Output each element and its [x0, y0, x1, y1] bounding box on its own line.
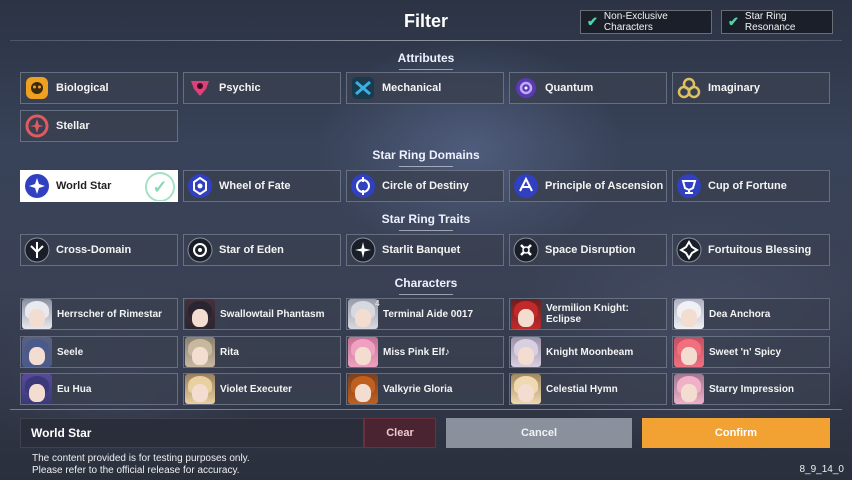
selected-filter-display: World Star: [20, 418, 364, 448]
version-label: 8_9_14_0: [799, 464, 845, 475]
cross-domain-icon: [24, 237, 50, 263]
character-avatar: [674, 337, 704, 367]
confirm-button[interactable]: Confirm: [642, 418, 830, 448]
character-item[interactable]: Herrscher of Rimestar: [20, 298, 178, 330]
character-avatar: [348, 337, 378, 367]
character-name: Celestial Hymn: [546, 383, 618, 395]
character-badge: 4: [375, 299, 380, 308]
characters-heading: Characters: [0, 276, 852, 295]
trait-star-of-eden[interactable]: Star of Eden: [183, 234, 341, 266]
disclaimer: The content provided is for testing purp…: [32, 453, 250, 476]
character-avatar: [22, 374, 52, 404]
character-name: Sweet 'n' Spicy: [709, 346, 782, 358]
character-item[interactable]: Violet Executer: [183, 373, 341, 405]
principle-of-ascension-icon: [513, 173, 539, 199]
header-divider: [10, 40, 842, 41]
non-exclusive-toggle[interactable]: ✔ Non-Exclusive Characters: [580, 10, 712, 34]
character-name: Herrscher of Rimestar: [57, 308, 163, 320]
selected-check-icon: ✓: [145, 172, 175, 201]
character-name: Swallowtail Phantasm: [220, 308, 325, 320]
character-item[interactable]: Swallowtail Phantasm: [183, 298, 341, 330]
character-item[interactable]: Valkyrie Gloria: [346, 373, 504, 405]
biological-icon: [24, 75, 50, 101]
character-name: Seele: [57, 346, 84, 358]
quantum-icon: [513, 75, 539, 101]
world-star-icon: [24, 173, 50, 199]
character-name: Miss Pink Elf♪: [383, 346, 450, 358]
cancel-button[interactable]: Cancel: [446, 418, 632, 448]
clear-button[interactable]: Clear: [364, 418, 436, 448]
attribute-mechanical[interactable]: Mechanical: [346, 72, 504, 104]
character-item[interactable]: Seele: [20, 336, 178, 368]
domain-world-star[interactable]: World Star ✓: [20, 170, 178, 202]
character-avatar: [674, 299, 704, 329]
character-avatar: [22, 337, 52, 367]
character-item[interactable]: Celestial Hymn: [509, 373, 667, 405]
character-name: Eu Hua: [57, 383, 92, 395]
mechanical-icon: [350, 75, 376, 101]
character-name: Terminal Aide 0017: [383, 308, 474, 320]
star-ring-resonance-toggle[interactable]: ✔ Star Ring Resonance: [721, 10, 833, 34]
stellar-icon: [24, 113, 50, 139]
circle-of-destiny-icon: [350, 173, 376, 199]
starlit-banquet-icon: [350, 237, 376, 263]
psychic-icon: [187, 75, 213, 101]
fortuitous-blessing-icon: [676, 237, 702, 263]
character-name: Rita: [220, 346, 239, 358]
character-item[interactable]: Starry Impression: [672, 373, 830, 405]
character-name: Vermilion Knight: Eclipse: [546, 303, 629, 325]
character-item[interactable]: Terminal Aide 0017 4: [346, 298, 504, 330]
star-of-eden-icon: [187, 237, 213, 263]
character-item[interactable]: Dea Anchora: [672, 298, 830, 330]
toggle-label: Non-Exclusive Characters: [603, 11, 668, 33]
traits-heading: Star Ring Traits: [0, 212, 852, 231]
character-avatar: [22, 299, 52, 329]
trait-space-disruption[interactable]: Space Disruption: [509, 234, 667, 266]
character-name: Starry Impression: [709, 383, 795, 395]
attribute-psychic[interactable]: Psychic: [183, 72, 341, 104]
character-item[interactable]: Eu Hua: [20, 373, 178, 405]
character-avatar: [674, 374, 704, 404]
character-name: Dea Anchora: [709, 308, 771, 320]
character-avatar: [185, 299, 215, 329]
toggle-label: Star Ring Resonance: [744, 11, 796, 33]
character-avatar: [511, 337, 541, 367]
trait-starlit-banquet[interactable]: Starlit Banquet: [346, 234, 504, 266]
character-name: Valkyrie Gloria: [383, 383, 453, 395]
character-avatar: [185, 374, 215, 404]
character-avatar: [511, 374, 541, 404]
trait-cross-domain[interactable]: Cross-Domain: [20, 234, 178, 266]
trait-fortuitous-blessing[interactable]: Fortuitous Blessing: [672, 234, 830, 266]
character-name: Violet Executer: [220, 383, 293, 395]
character-item[interactable]: Knight Moonbeam: [509, 336, 667, 368]
character-avatar: [348, 299, 378, 329]
cup-of-fortune-icon: [676, 173, 702, 199]
imaginary-icon: [676, 75, 702, 101]
character-avatar: [511, 299, 541, 329]
check-icon: ✔: [587, 14, 598, 29]
footer-divider: [10, 409, 842, 410]
domains-heading: Star Ring Domains: [0, 148, 852, 167]
character-item[interactable]: Vermilion Knight: Eclipse: [509, 298, 667, 330]
check-icon: ✔: [728, 14, 739, 29]
attribute-biological[interactable]: Biological: [20, 72, 178, 104]
character-avatar: [185, 337, 215, 367]
attribute-quantum[interactable]: Quantum: [509, 72, 667, 104]
character-item[interactable]: Rita: [183, 336, 341, 368]
wheel-of-fate-icon: [187, 173, 213, 199]
domain-wheel-of-fate[interactable]: Wheel of Fate: [183, 170, 341, 202]
domain-circle-of-destiny[interactable]: Circle of Destiny: [346, 170, 504, 202]
attribute-imaginary[interactable]: Imaginary: [672, 72, 830, 104]
space-disruption-icon: [513, 237, 539, 263]
attributes-heading: Attributes: [0, 51, 852, 70]
character-name: Knight Moonbeam: [546, 346, 634, 358]
domain-principle-of-ascension[interactable]: Principle of Ascension: [509, 170, 667, 202]
character-item[interactable]: Miss Pink Elf♪: [346, 336, 504, 368]
attribute-stellar[interactable]: Stellar: [20, 110, 178, 142]
character-item[interactable]: Sweet 'n' Spicy: [672, 336, 830, 368]
character-avatar: [348, 374, 378, 404]
domain-cup-of-fortune[interactable]: Cup of Fortune: [672, 170, 830, 202]
